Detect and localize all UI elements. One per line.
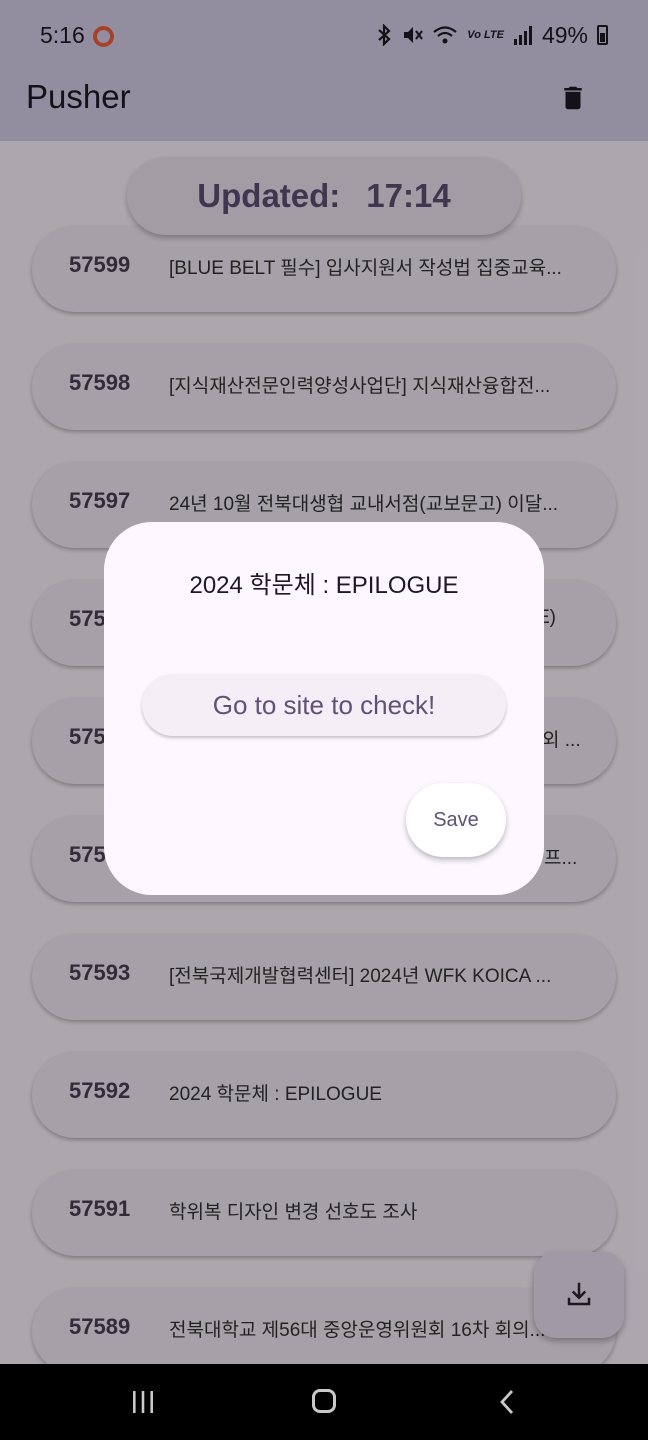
recent-apps-icon[interactable] xyxy=(131,1390,155,1414)
back-icon[interactable] xyxy=(498,1388,516,1416)
dialog-title: 2024 학문체 : EPILOGUE xyxy=(189,572,459,599)
go-to-site-button[interactable]: Go to site to check! xyxy=(142,674,506,736)
notice-dialog: 2024 학문체 : EPILOGUE Go to site to check!… xyxy=(104,522,544,895)
home-icon[interactable] xyxy=(312,1389,336,1413)
system-nav-bar xyxy=(0,1364,648,1440)
save-button[interactable]: Save xyxy=(406,783,506,857)
